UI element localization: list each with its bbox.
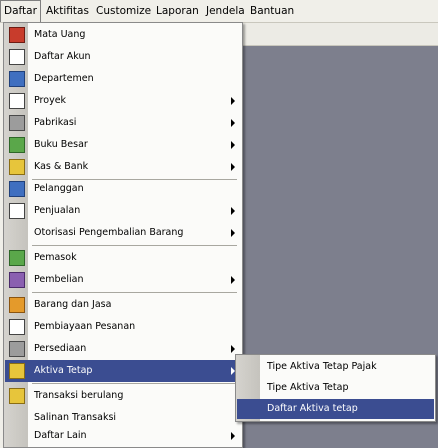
menu-item-pabrikasi[interactable]: Pabrikasi (5, 112, 241, 134)
menu-item-daftar-lain[interactable]: Daftar Lain (5, 425, 241, 447)
submenu-arrow-icon (231, 163, 235, 171)
menu-item-pembiayaan-pesanan[interactable]: Pembiayaan Pesanan (5, 316, 241, 338)
submenu-arrow-icon (231, 97, 235, 105)
submenu-item-daftar-aktiva-tetap[interactable]: Daftar Aktiva tetap (237, 399, 434, 419)
menu-item-label: Pembelian (34, 274, 84, 285)
menu-item-label: Proyek (34, 95, 67, 106)
currency-icon (9, 27, 25, 43)
submenu-item-label: Tipe Aktiva Tetap (267, 382, 349, 393)
purchase-icon (9, 272, 25, 288)
submenu-arrow-icon (231, 276, 235, 284)
submenu-arrow-icon (231, 345, 235, 353)
submenu-arrow-icon (231, 432, 235, 440)
menubar-customize[interactable]: Customize (93, 0, 154, 22)
aktiva-tetap-submenu: Tipe Aktiva Tetap Pajak Tipe Aktiva Teta… (235, 354, 436, 422)
menu-item-label: Pemasok (34, 252, 77, 263)
menu-item-label: Pabrikasi (34, 117, 77, 128)
menubar-laporan[interactable]: Laporan (153, 0, 202, 22)
menu-item-label: Persediaan (34, 343, 87, 354)
menubar-aktifitas[interactable]: Aktifitas (43, 0, 92, 22)
menu-item-pelanggan[interactable]: Pelanggan (5, 178, 241, 200)
menu-item-barang-dan-jasa[interactable]: Barang dan Jasa (5, 294, 241, 316)
menu-item-label: Pembiayaan Pesanan (34, 321, 136, 332)
menu-item-mata-uang[interactable]: Mata Uang (5, 24, 241, 46)
menu-item-label: Daftar Lain (34, 430, 87, 441)
recurring-icon (9, 388, 25, 404)
fixed-asset-icon (9, 363, 25, 379)
menu-item-transaksi-berulang[interactable]: Transaksi berulang (5, 385, 241, 407)
menubar-daftar[interactable]: Daftar (0, 0, 41, 22)
menu-item-penjualan[interactable]: Penjualan (5, 200, 241, 222)
menubar-jendela[interactable]: Jendela (203, 0, 248, 22)
menu-item-label: Barang dan Jasa (34, 299, 112, 310)
menu-item-pembelian[interactable]: Pembelian (5, 269, 241, 291)
menu-item-otorisasi-pengembalian-barang[interactable]: Otorisasi Pengembalian Barang (5, 222, 241, 244)
menu-item-label: Mata Uang (34, 29, 86, 40)
menu-item-pemasok[interactable]: Pemasok (5, 247, 241, 269)
manufacture-icon (9, 115, 25, 131)
menu-item-label: Otorisasi Pengembalian Barang (34, 227, 184, 238)
menu-item-label: Pelanggan (34, 183, 84, 194)
submenu-arrow-icon (231, 119, 235, 127)
submenu-item-tipe-aktiva-tetap[interactable]: Tipe Aktiva Tetap (237, 378, 434, 398)
menu-item-label: Aktiva Tetap (34, 365, 93, 376)
menu-item-departemen[interactable]: Departemen (5, 68, 241, 90)
menu-item-label: Kas & Bank (34, 161, 89, 172)
menu-item-daftar-akun[interactable]: Daftar Akun (5, 46, 241, 68)
daftar-dropdown-menu: Mata Uang Daftar Akun Departemen Proyek … (3, 22, 243, 448)
toolbar-strip (243, 23, 438, 46)
project-icon (9, 93, 25, 109)
menu-item-label: Departemen (34, 73, 94, 84)
menu-item-kas-bank[interactable]: Kas & Bank (5, 156, 241, 178)
menubar-bantuan[interactable]: Bantuan (247, 0, 297, 22)
menu-item-label: Daftar Akun (34, 51, 91, 62)
menu-item-persediaan[interactable]: Persediaan (5, 338, 241, 360)
submenu-item-label: Daftar Aktiva tetap (267, 403, 358, 414)
sales-icon (9, 203, 25, 219)
supplier-icon (9, 250, 25, 266)
accounts-icon (9, 49, 25, 65)
menu-item-label: Penjualan (34, 205, 81, 216)
customer-icon (9, 181, 25, 197)
submenu-item-tipe-aktiva-tetap-pajak[interactable]: Tipe Aktiva Tetap Pajak (237, 357, 434, 377)
submenu-arrow-icon (231, 141, 235, 149)
menu-item-label: Transaksi berulang (34, 390, 124, 401)
cash-bank-icon (9, 159, 25, 175)
submenu-arrow-icon (231, 229, 235, 237)
submenu-arrow-icon (231, 207, 235, 215)
menu-item-proyek[interactable]: Proyek (5, 90, 241, 112)
menu-separator (32, 245, 237, 246)
ledger-icon (9, 137, 25, 153)
menu-item-aktiva-tetap[interactable]: Aktiva Tetap (5, 360, 241, 382)
department-icon (9, 71, 25, 87)
menu-bar: Daftar Aktifitas Customize Laporan Jende… (0, 0, 438, 23)
submenu-item-label: Tipe Aktiva Tetap Pajak (267, 361, 377, 372)
inventory-icon (9, 341, 25, 357)
order-cost-icon (9, 319, 25, 335)
menu-separator (32, 383, 237, 384)
menu-separator (32, 292, 237, 293)
menu-item-label: Buku Besar (34, 139, 88, 150)
items-icon (9, 297, 25, 313)
menu-item-buku-besar[interactable]: Buku Besar (5, 134, 241, 156)
